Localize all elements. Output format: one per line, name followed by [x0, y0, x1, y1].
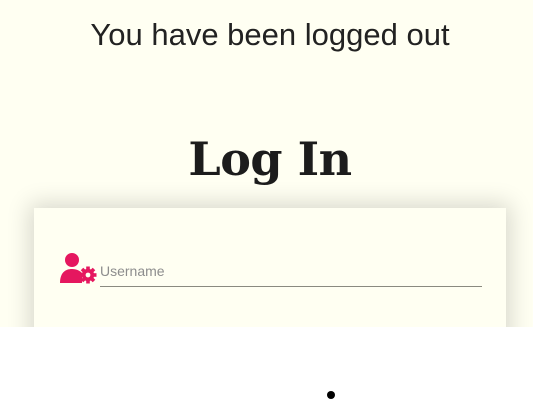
username-input[interactable]	[100, 256, 482, 287]
username-field-row	[60, 248, 482, 290]
login-page: You have been logged out Log In	[0, 0, 533, 327]
user-cog-icon	[60, 252, 98, 284]
login-card	[34, 208, 506, 327]
logout-message: You have been logged out	[90, 17, 450, 52]
mouse-cursor-dot	[327, 391, 335, 399]
page-title: Log In	[188, 132, 352, 186]
